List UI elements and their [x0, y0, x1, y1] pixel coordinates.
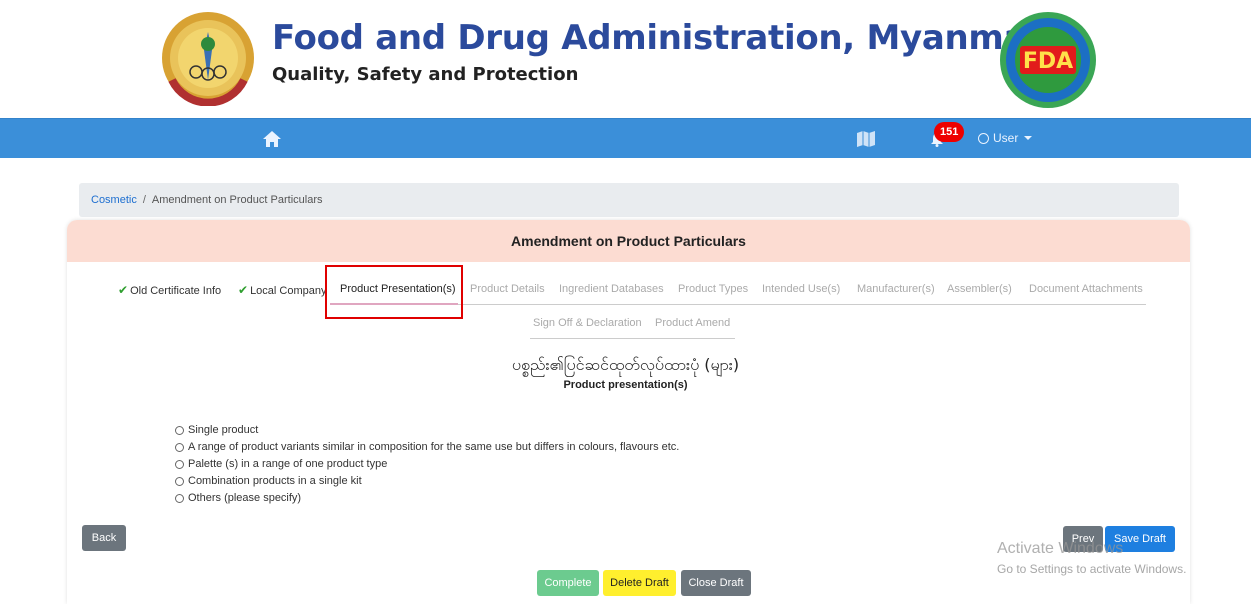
complete-button[interactable]: Complete [537, 570, 599, 596]
section-title-myanmar: ပစ္စည်း၏ပြင်ဆင်ထုတ်လုပ်ထားပုံ (များ) [511, 355, 740, 374]
tab-product-details[interactable]: Product Details [470, 283, 545, 295]
activate-windows-hint: Go to Settings to activate Windows. [997, 562, 1187, 576]
checkmark-icon: ✔ [238, 283, 249, 297]
radio-button[interactable] [175, 493, 184, 503]
ministry-seal-logo [162, 12, 254, 106]
card-title: Amendment on Product Particulars [67, 220, 1190, 262]
tabs-divider-second-row [530, 338, 735, 339]
tab-sign-off-declaration[interactable]: Sign Off & Declaration [533, 317, 642, 329]
tab-local-company[interactable]: ✔ Local Company [238, 283, 327, 297]
option-single-product[interactable]: Single product [175, 424, 258, 436]
map-icon[interactable] [856, 130, 876, 148]
tab-ingredient-databases[interactable]: Ingredient Databases [559, 283, 664, 295]
section-title-english: Product presentation(s) [563, 379, 688, 391]
fda-seal-logo: FDA [1000, 12, 1096, 108]
activate-windows-watermark: Activate Windows [997, 540, 1124, 557]
caret-down-icon [1024, 136, 1033, 140]
tab-assemblers[interactable]: Assembler(s) [947, 283, 1012, 295]
radio-button[interactable] [175, 476, 184, 486]
tab-intended-uses[interactable]: Intended Use(s) [762, 283, 840, 295]
radio-button[interactable] [175, 425, 184, 435]
close-draft-button[interactable]: Close Draft [681, 570, 751, 596]
user-icon [978, 132, 989, 144]
top-navbar: 151 User [0, 118, 1251, 158]
option-product-variants[interactable]: A range of product variants similar in c… [175, 441, 679, 453]
delete-draft-button[interactable]: Delete Draft [603, 570, 676, 596]
svg-text:FDA: FDA [1023, 49, 1073, 74]
tab-old-certificate-info[interactable]: ✔ Old Certificate Info [118, 283, 221, 297]
radio-button[interactable] [175, 442, 184, 452]
home-icon[interactable] [262, 129, 282, 149]
option-combination-products[interactable]: Combination products in a single kit [175, 475, 362, 487]
tab-product-amend[interactable]: Product Amend [655, 317, 730, 329]
user-menu[interactable]: User [978, 131, 1033, 145]
site-header: Food and Drug Administration, Myanmar Qu… [0, 0, 1251, 118]
option-others[interactable]: Others (please specify) [175, 492, 301, 504]
back-button[interactable]: Back [82, 525, 126, 551]
tab-manufacturers[interactable]: Manufacturer(s) [857, 283, 935, 295]
site-subtitle: Quality, Safety and Protection [272, 64, 579, 85]
tab-document-attachments[interactable]: Document Attachments [1029, 283, 1143, 295]
breadcrumb-cosmetic-link[interactable]: Cosmetic [91, 194, 137, 206]
breadcrumb: Cosmetic / Amendment on Product Particular… [79, 183, 1179, 217]
breadcrumb-current: Amendment on Product Particulars [151, 194, 323, 206]
highlight-annotation-box [325, 265, 463, 319]
breadcrumb-separator: / [142, 194, 146, 206]
user-label: User [993, 131, 1019, 145]
site-title: Food and Drug Administration, Myanmar [272, 18, 1043, 58]
radio-button[interactable] [175, 459, 184, 469]
tab-product-types[interactable]: Product Types [678, 283, 748, 295]
option-palette[interactable]: Palette (s) in a range of one product ty… [175, 458, 387, 470]
notification-badge[interactable]: 151 [934, 122, 965, 142]
checkmark-icon: ✔ [118, 283, 129, 297]
